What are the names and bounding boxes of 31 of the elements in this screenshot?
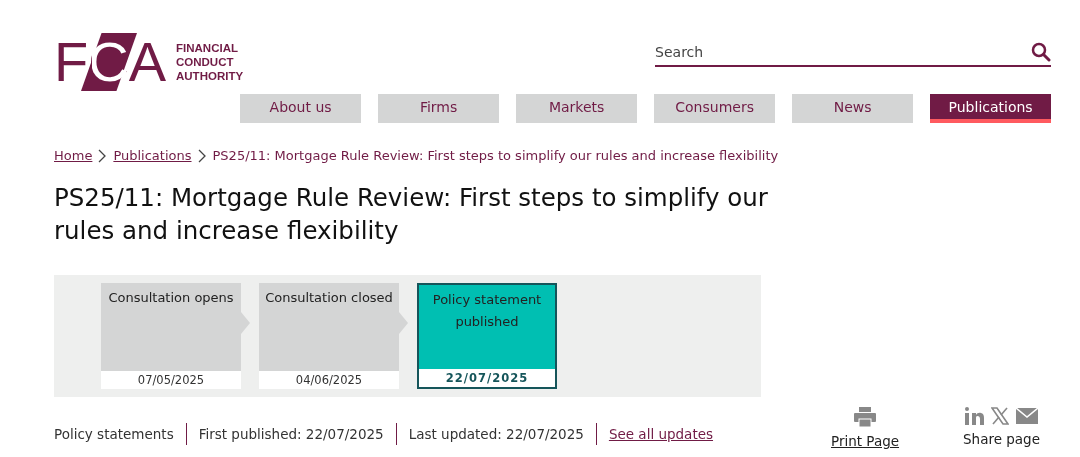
- publication-type: Policy statements: [54, 426, 174, 442]
- page-title: PS25/11: Mortgage Rule Review: First steps to simplify our rules and increase flexibility: [54, 182, 769, 247]
- search-field[interactable]: Search: [655, 42, 1052, 67]
- mail-icon[interactable]: [1016, 408, 1038, 424]
- step-date: 22/07/2025: [419, 369, 555, 387]
- nav-tab[interactable]: Markets: [516, 94, 638, 123]
- see-all-updates-link[interactable]: See all updates: [608, 426, 714, 442]
- step-date: 04/06/2025: [259, 371, 399, 389]
- search-icon[interactable]: [1031, 42, 1052, 62]
- linkedin-icon[interactable]: [965, 407, 984, 425]
- breadcrumb-link[interactable]: Home: [54, 148, 93, 163]
- step-label: Consultation closed: [264, 289, 394, 307]
- print-page-link[interactable]: Print Page: [831, 433, 900, 449]
- x-icon[interactable]: [991, 407, 1009, 425]
- chevron-icon: [197, 148, 207, 163]
- logo-text: FINANCIAL CONDUCT AUTHORITY: [176, 41, 244, 83]
- printer-icon[interactable]: [854, 407, 876, 427]
- breadcrumb-current: PS25/11: Mortgage Rule Review: First steps to simplify our rules and increase flexibility: [212, 148, 779, 163]
- nav-tab[interactable]: Consumers: [654, 94, 776, 123]
- last-updated: Last updated: 22/07/2025: [408, 426, 584, 442]
- nav-tab[interactable]: News: [792, 94, 914, 123]
- nav-tab[interactable]: Publications: [930, 94, 1052, 123]
- share-page-label: Share page: [963, 431, 1040, 447]
- chevron-icon: [98, 148, 108, 163]
- nav-tab[interactable]: Firms: [378, 94, 500, 123]
- step-label: Policy statement published: [431, 291, 543, 331]
- nav-tab[interactable]: About us: [240, 94, 362, 123]
- step-date: 07/05/2025: [101, 371, 241, 389]
- step-label: Consultation opens: [107, 289, 235, 307]
- breadcrumb-link[interactable]: Publications: [113, 148, 192, 163]
- first-published: First published: 22/07/2025: [198, 426, 384, 442]
